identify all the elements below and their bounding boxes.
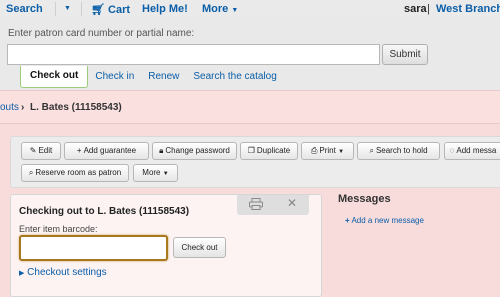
submit-button[interactable]: Submit [382, 44, 428, 65]
search-to-hold-button[interactable]: ⌕ Search to hold [357, 142, 440, 160]
breadcrumb: outs › L. Bates (11158543) [0, 90, 500, 124]
chevron-down-icon: ▼ [162, 171, 169, 177]
pencil-icon: ✎ [29, 146, 37, 155]
add-message-link[interactable]: + Add a new message [345, 216, 424, 225]
patron-search-header: Enter patron card number or partial name… [0, 18, 500, 90]
nav-user[interactable]: sara [404, 3, 427, 15]
chevron-down-icon: ▼ [338, 149, 345, 155]
cart-icon: 🛒︎ [91, 4, 105, 16]
plus-icon: + [76, 146, 82, 155]
barcode-label: Enter item barcode: [19, 224, 98, 234]
reserve-room-button[interactable]: ⌕ Reserve room as patron [21, 164, 129, 182]
nav-cart[interactable]: 🛒︎ Cart [91, 3, 130, 16]
tab-check-out[interactable]: Check out [20, 66, 89, 88]
close-icon[interactable]: ✕ [287, 196, 297, 210]
patron-toolbar: ✎ Edit + Add guarantee 🔒︎ Change password ❐… [10, 136, 500, 188]
plus-icon: + [345, 216, 350, 225]
comment-icon: ◌ [449, 146, 455, 155]
search-dropdown-caret-icon[interactable]: ▼ [64, 5, 71, 12]
printer-icon: ⎙ [310, 146, 318, 155]
lock-icon: 🔒︎ [159, 146, 164, 155]
chevron-down-icon: ▼ [231, 7, 239, 14]
nav-help[interactable]: Help Me! [142, 3, 188, 15]
panel-actions: ✕ [237, 195, 309, 215]
copy-icon: ❐ [247, 146, 255, 155]
search-icon: ⌕ [28, 168, 34, 177]
add-guarantee-button[interactable]: + Add guarantee [64, 142, 149, 160]
duplicate-button[interactable]: ❐ Duplicate [240, 142, 298, 160]
nav-search[interactable]: Search [6, 3, 43, 15]
nav-branch[interactable]: West Branch [436, 3, 500, 15]
tab-check-in[interactable]: Check in [88, 68, 141, 88]
nav-more[interactable]: More ▼ [202, 3, 238, 15]
patron-search-label: Enter patron card number or partial name… [8, 28, 195, 39]
header-tabs: Check out Check in Renew Search the cata… [20, 66, 284, 88]
check-out-button[interactable]: Check out [173, 237, 226, 258]
edit-button[interactable]: ✎ Edit [21, 142, 61, 160]
main-content: ✎ Edit + Add guarantee 🔒︎ Change password ❐… [0, 124, 500, 297]
messages-heading: Messages [338, 193, 391, 205]
nav-user-separator: | [427, 3, 430, 15]
breadcrumb-current: L. Bates (11158543) [30, 102, 122, 113]
caret-right-icon: ▶ [19, 270, 25, 277]
checkout-settings-toggle[interactable]: ▶ Checkout settings [19, 267, 107, 278]
change-password-button[interactable]: 🔒︎ Change password [152, 142, 237, 160]
checkout-panel: Checking out to L. Bates (11158543) ✕ En… [10, 194, 322, 297]
breadcrumb-checkouts-link[interactable]: outs [0, 102, 19, 113]
tab-search-catalog[interactable]: Search the catalog [186, 68, 283, 88]
barcode-input[interactable] [19, 235, 168, 261]
checkout-title: Checking out to L. Bates (11158543) [19, 206, 190, 217]
printer-icon[interactable] [249, 198, 263, 210]
top-nav: Search ▼ 🛒︎ Cart Help Me! More ▼ sara | … [0, 0, 500, 18]
nav-divider [55, 2, 56, 16]
tab-renew[interactable]: Renew [141, 68, 186, 88]
patron-search-input[interactable] [7, 44, 380, 65]
add-message-button[interactable]: ◌ Add messa [444, 142, 500, 160]
search-icon: ⌕ [369, 146, 374, 155]
more-button[interactable]: More ▼ [133, 164, 178, 182]
print-button[interactable]: ⎙ Print ▼ [301, 142, 354, 160]
nav-divider [81, 2, 82, 16]
breadcrumb-separator: › [21, 102, 25, 113]
